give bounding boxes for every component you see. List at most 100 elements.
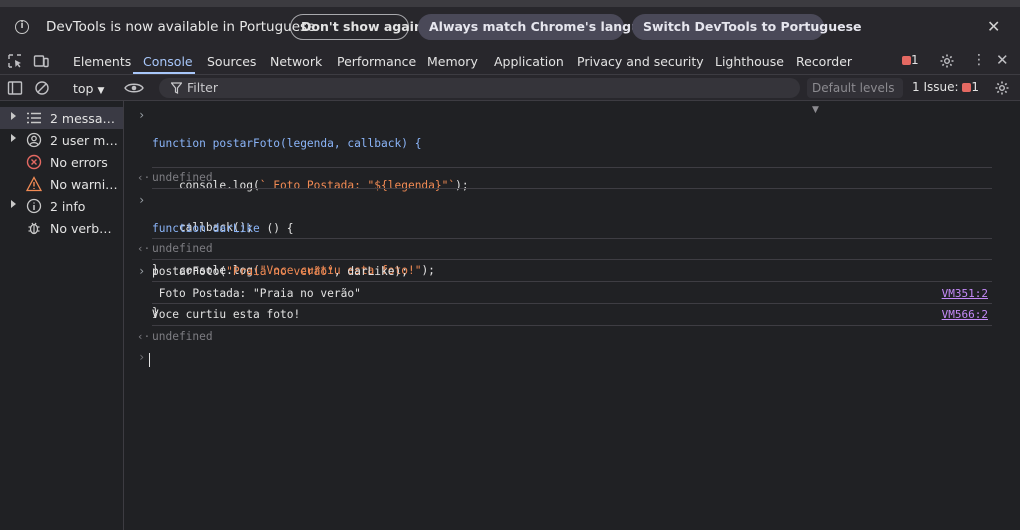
console-output[interactable]: › function postarFoto(legenda, callback)… xyxy=(124,101,1020,530)
sidebar-item-label: 2 messages xyxy=(50,111,118,126)
params: (legenda, callback) { xyxy=(279,137,422,150)
params: () { xyxy=(259,222,294,235)
expand-arrow-icon xyxy=(11,200,16,208)
filter-placeholder: Filter xyxy=(187,80,218,95)
entry-divider xyxy=(152,167,992,168)
info-icon xyxy=(26,198,42,214)
sidebar-item-messages[interactable]: 2 messages xyxy=(0,107,123,129)
active-tab-indicator xyxy=(133,72,195,74)
log-levels-label: Default levels xyxy=(812,81,895,95)
sidebar-item-verbose[interactable]: No verbose xyxy=(0,217,123,239)
code-text: ); xyxy=(455,179,469,192)
filter-input[interactable]: Filter xyxy=(159,78,800,98)
console-sidebar: 2 messages 2 user me... No errors No war… xyxy=(0,101,124,530)
close-icon[interactable]: ✕ xyxy=(987,17,1000,36)
gear-icon[interactable] xyxy=(939,53,955,69)
text-caret xyxy=(149,353,150,367)
result-value: undefined xyxy=(152,171,213,184)
code-text: ); xyxy=(421,264,435,277)
tab-recorder[interactable]: Recorder xyxy=(796,54,852,69)
entry-divider xyxy=(152,303,992,304)
issues-badge[interactable]: 1 xyxy=(902,53,919,67)
sidebar-item-info[interactable]: 2 info xyxy=(0,195,123,217)
tab-console[interactable]: Console xyxy=(143,54,193,69)
function-name: darLike xyxy=(212,222,260,235)
chevron-down-icon: ▼ xyxy=(97,86,105,96)
issues-counter[interactable]: 1 Issue: 1 xyxy=(912,80,979,94)
dont-show-again-button[interactable]: Don't show again xyxy=(290,14,423,40)
eye-icon[interactable] xyxy=(124,80,144,96)
sidebar-item-label: 2 user me... xyxy=(50,133,118,148)
issue-flag-icon xyxy=(962,83,972,92)
tab-lighthouse[interactable]: Lighthouse xyxy=(715,54,784,69)
input-chevron-icon: › xyxy=(138,350,146,364)
issues-label: 1 Issue: xyxy=(912,80,959,94)
code-text: postarFoto( xyxy=(152,265,227,278)
source-link[interactable]: VM566:2 xyxy=(942,308,988,321)
warning-icon xyxy=(26,176,42,192)
input-chevron-icon: › xyxy=(138,108,146,122)
function-name: postarFoto xyxy=(212,137,280,150)
console-toolbar: top ▼ Filter Default levels ▼ 1 Issue: 1 xyxy=(0,75,1020,115)
input-chevron-icon: › xyxy=(138,264,146,278)
list-icon xyxy=(27,112,41,124)
devtools-tabbar: Elements Console Sources Network Perform… xyxy=(0,47,1020,75)
string-literal: ` Foto Postada: "${legenda}"` xyxy=(259,179,456,192)
log-levels-dropdown[interactable]: Default levels ▼ xyxy=(807,78,903,115)
sidebar-item-label: No warnin... xyxy=(50,177,118,192)
tab-sources[interactable]: Sources xyxy=(207,54,256,69)
tab-network[interactable]: Network xyxy=(270,54,322,69)
language-infobar: i DevTools is now available in Portugues… xyxy=(0,7,1020,47)
filter-icon xyxy=(171,82,182,94)
expand-arrow-icon xyxy=(11,134,16,142)
entry-divider xyxy=(152,259,992,260)
code-line: postarFoto("Praia no verão", darLike); xyxy=(152,265,408,279)
result-value: undefined xyxy=(152,330,213,343)
context-selector-label: top xyxy=(73,81,94,96)
issue-flag-icon xyxy=(902,56,911,65)
sidebar-item-label: 2 info xyxy=(50,199,86,214)
sidebar-toggle-icon[interactable] xyxy=(7,80,23,96)
source-link[interactable]: VM351:2 xyxy=(942,287,988,300)
return-arrow-icon: ‹· xyxy=(137,171,151,184)
issues-count: 1 xyxy=(971,80,979,94)
context-selector[interactable]: top ▼ xyxy=(73,81,104,96)
tab-elements[interactable]: Elements xyxy=(73,54,131,69)
clear-console-icon[interactable] xyxy=(34,80,50,96)
tab-application[interactable]: Application xyxy=(494,54,564,69)
sidebar-item-errors[interactable]: No errors xyxy=(0,151,123,173)
code-text: , darLike); xyxy=(333,265,408,278)
sidebar-item-label: No errors xyxy=(50,155,108,170)
result-value: undefined xyxy=(152,242,213,255)
close-devtools-icon[interactable]: ✕ xyxy=(996,51,1009,69)
tab-memory[interactable]: Memory xyxy=(427,54,478,69)
entry-divider xyxy=(152,188,992,189)
code-line: function darLike () { xyxy=(152,222,435,236)
more-options-icon[interactable]: ⋮ xyxy=(972,52,986,68)
tab-privacy-and-security[interactable]: Privacy and security xyxy=(577,54,704,69)
return-arrow-icon: ‹· xyxy=(137,242,151,255)
keyword: function xyxy=(152,222,213,235)
device-toolbar-icon[interactable] xyxy=(33,53,49,69)
entry-divider xyxy=(152,281,992,282)
return-arrow-icon: ‹· xyxy=(137,330,151,343)
sidebar-item-warnings[interactable]: No warnin... xyxy=(0,173,123,195)
code-line: function postarFoto(legenda, callback) { xyxy=(152,137,469,151)
log-message: Foto Postada: "Praia no verão" xyxy=(152,287,361,300)
entry-divider xyxy=(152,238,992,239)
sidebar-item-user-messages[interactable]: 2 user me... xyxy=(0,129,123,151)
string-literal: "Praia no verão" xyxy=(226,265,334,278)
expand-arrow-icon xyxy=(11,112,16,120)
entry-divider xyxy=(152,325,992,326)
log-message: Voce curtiu esta foto! xyxy=(152,308,301,321)
error-icon xyxy=(26,154,42,170)
issues-badge-count: 1 xyxy=(911,53,919,67)
console-settings-gear-icon[interactable] xyxy=(994,80,1010,96)
switch-to-portuguese-button[interactable]: Switch DevTools to Portuguese xyxy=(632,14,862,40)
user-icon xyxy=(26,132,42,148)
tab-performance[interactable]: Performance xyxy=(337,54,416,69)
inspect-element-icon[interactable] xyxy=(7,53,23,69)
always-match-language-button[interactable]: Always match Chrome's language xyxy=(418,14,666,40)
keyword: function xyxy=(152,137,213,150)
sidebar-item-label: No verbose xyxy=(50,221,118,236)
